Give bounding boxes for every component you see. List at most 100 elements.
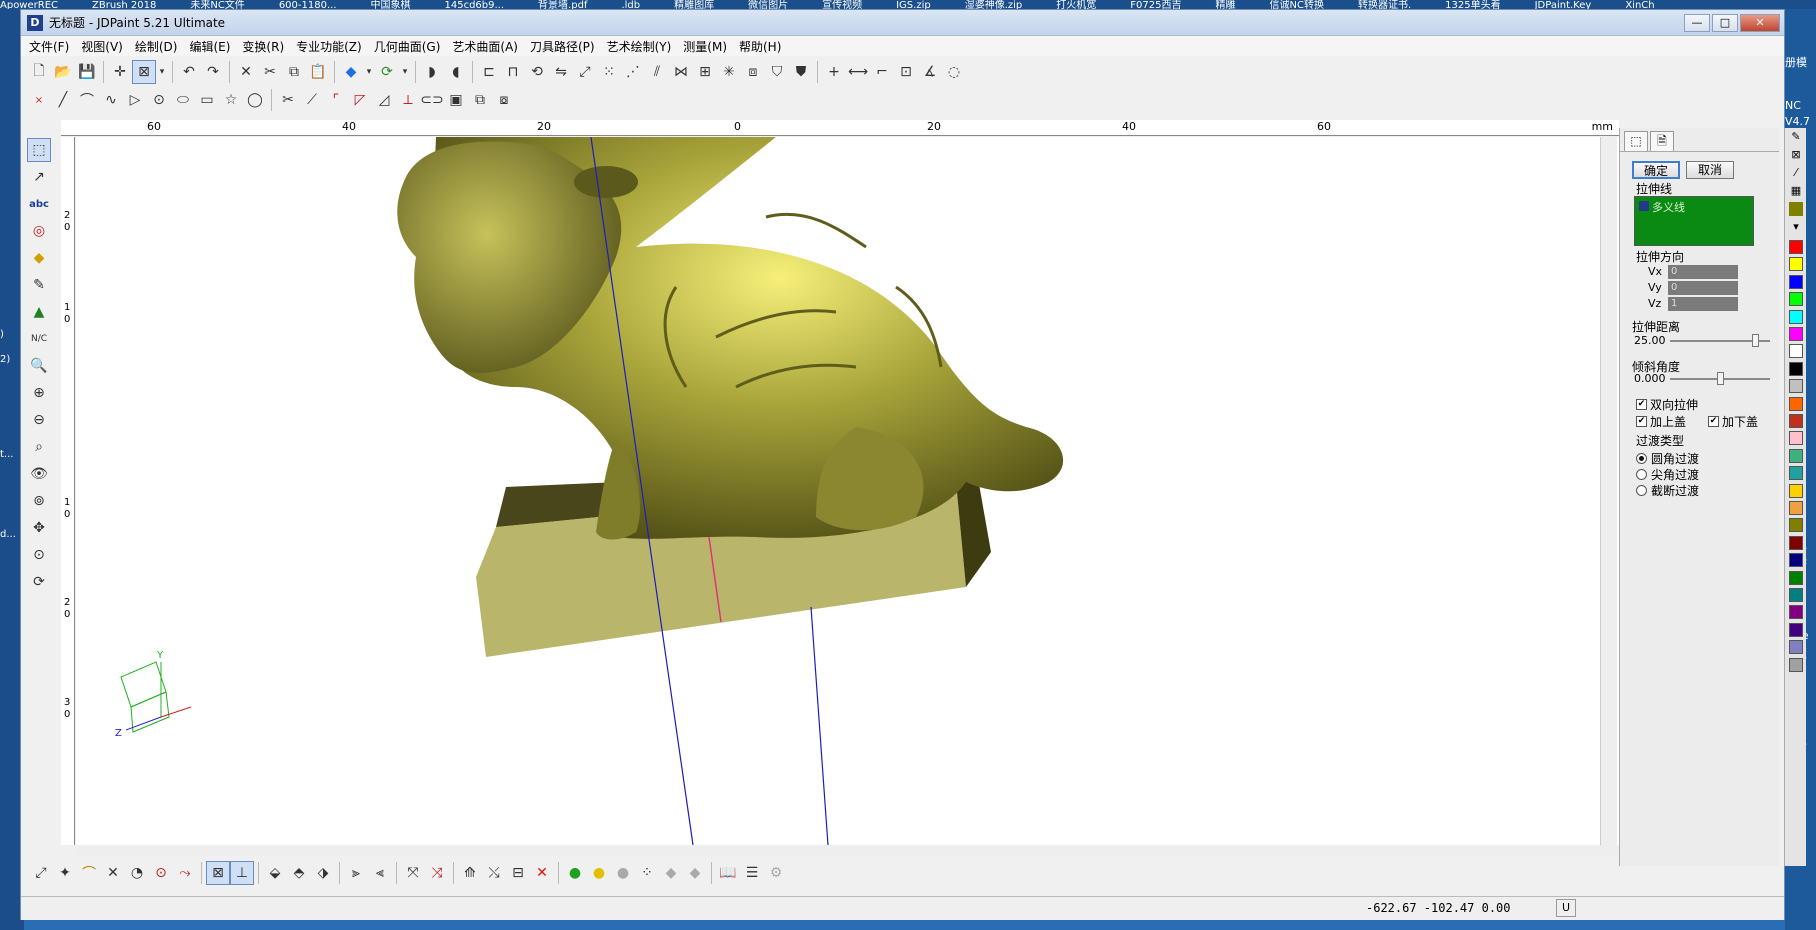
menu-item[interactable]: 专业功能(Z) [296, 38, 362, 55]
cancel-button[interactable]: 取消 [1686, 161, 1734, 179]
both-directions-checkbox[interactable]: ✔ 双向拉伸 [1636, 396, 1698, 413]
mountain-icon[interactable]: ▲ [27, 300, 51, 324]
menu-item[interactable]: 几何曲面(G) [374, 38, 441, 55]
distance-input[interactable]: 25.00 [1634, 334, 1666, 347]
color-cube-icon[interactable]: ◆ [339, 60, 363, 84]
menu-item[interactable]: 测量(M) [683, 38, 727, 55]
distance-slider[interactable] [1752, 334, 1759, 347]
menu-item[interactable]: 刀具路径(P) [530, 38, 595, 55]
open-file-icon[interactable]: 📂 [51, 60, 75, 84]
zoom-in-icon[interactable]: ⊕ [27, 381, 51, 405]
snap-center-icon[interactable]: ◔ [125, 861, 149, 885]
color-swatch[interactable] [1789, 535, 1803, 550]
minimize-button[interactable]: — [1684, 14, 1710, 32]
menu-item[interactable]: 文件(F) [29, 38, 69, 55]
pan-icon[interactable]: ✥ [27, 516, 51, 540]
color-swatch[interactable] [1789, 501, 1803, 515]
taskbar-item[interactable]: 1325单头着 [1445, 0, 1500, 10]
close-button[interactable]: ✕ [1740, 14, 1780, 32]
red-delete-icon[interactable]: ✕ [530, 861, 554, 885]
menu-item[interactable]: 艺术曲面(A) [452, 38, 518, 55]
zoom-prev-icon[interactable]: ⌕ [27, 435, 51, 459]
radius-measure-icon[interactable]: ◌ [942, 60, 966, 84]
taskbar-item[interactable]: JDPaint.Key [1535, 0, 1592, 10]
eye-icon[interactable]: 👁 [27, 462, 51, 486]
color-swatch[interactable] [1789, 257, 1803, 272]
taskbar-item[interactable]: XinCh [1625, 0, 1654, 10]
deselect-icon[interactable]: ⤨ [425, 861, 449, 885]
snap-tangent-icon[interactable]: ⤳ [173, 861, 197, 885]
star-icon[interactable]: ☆ [219, 88, 243, 112]
fillet-icon[interactable]: ⌜ [324, 88, 348, 112]
new-file-icon[interactable]: 🗋 [27, 60, 51, 84]
taskbar-item[interactable]: 湿婆神像.zip [965, 0, 1023, 10]
vy-field[interactable]: 0 [1668, 281, 1738, 295]
snap-perp-icon[interactable]: ⊥ [230, 861, 254, 885]
color-swatch[interactable] [1789, 431, 1803, 446]
taskbar-item[interactable]: 转换器证书. [1358, 0, 1411, 10]
paste-icon[interactable]: 📋 [306, 60, 330, 84]
rectangle-icon[interactable]: ▭ [195, 88, 219, 112]
menu-item[interactable]: 编辑(E) [189, 38, 230, 55]
table-delete-icon[interactable]: ⊟ [506, 861, 530, 885]
taskbar-item[interactable]: ApowerREC [0, 0, 58, 10]
snap-grid-icon[interactable]: ⊠ [206, 861, 230, 885]
align-center-icon[interactable]: ⊓ [501, 60, 525, 84]
color-swatch[interactable] [1789, 518, 1803, 533]
mirror-icon[interactable]: ⇋ [549, 60, 573, 84]
scissors-icon[interactable]: ✂ [276, 88, 300, 112]
layer-2-icon[interactable]: ⫷ [368, 861, 392, 885]
nest-icon[interactable]: ⧇ [492, 88, 516, 112]
snap-end-icon[interactable]: ⤢ [29, 861, 53, 885]
list-icon[interactable]: ☰ [740, 861, 764, 885]
angle-measure-icon[interactable]: ∡ [918, 60, 942, 84]
cut-icon[interactable]: ✂ [258, 60, 282, 84]
color-swatch[interactable] [1789, 483, 1803, 498]
taper-input[interactable]: 0.000 [1634, 372, 1666, 385]
distance-measure-icon[interactable]: ⟷ [846, 60, 870, 84]
redo-icon[interactable]: ↷ [201, 60, 225, 84]
frame-icon[interactable]: ▣ [444, 88, 468, 112]
transition-cut-radio[interactable]: 截断过渡 [1636, 482, 1699, 499]
shield-icon[interactable]: ⛉ [765, 60, 789, 84]
color-swatch[interactable] [1789, 361, 1803, 376]
rotate-icon[interactable]: ⟲ [525, 60, 549, 84]
color-swatch[interactable] [1789, 657, 1803, 672]
eyedropper-icon[interactable]: ⁄ [1789, 166, 1803, 180]
corner-icon[interactable]: ◿ [372, 88, 396, 112]
undo-icon[interactable]: ↶ [177, 60, 201, 84]
taskbar-item[interactable]: 微信图片 [748, 0, 788, 10]
crosshair-icon[interactable]: ✛ [108, 60, 132, 84]
shield-2-icon[interactable]: ⛊ [789, 60, 813, 84]
taskbar-item[interactable]: 信诚NC转换 [1269, 0, 1323, 10]
desktop-icon-label[interactable]: 册模 [1785, 54, 1816, 70]
trim-icon[interactable]: ⋰ [621, 60, 645, 84]
copy-array-icon[interactable]: ⧉ [468, 88, 492, 112]
desktop-icon-label[interactable]: NC [1785, 99, 1816, 112]
menu-item[interactable]: 绘制(D) [135, 38, 178, 55]
snap-cross-icon[interactable]: ✕ [101, 861, 125, 885]
array-icon[interactable]: ⁙ [597, 60, 621, 84]
taskbar-item[interactable]: 145cd6b9... [445, 0, 505, 10]
point-measure-icon[interactable]: + [822, 60, 846, 84]
color-swatch[interactable] [1789, 570, 1803, 585]
delete-icon[interactable]: ✕ [234, 60, 258, 84]
point-icon[interactable]: × [27, 88, 51, 112]
color-swatch[interactable] [1789, 274, 1803, 289]
chamfer-icon[interactable]: ◸ [348, 88, 372, 112]
pencil-icon[interactable]: ✎ [1789, 130, 1803, 144]
taskbar-item[interactable]: 精雕 [1215, 0, 1235, 10]
menu-item[interactable]: 帮助(H) [739, 38, 781, 55]
material-2-icon[interactable]: ◆ [683, 861, 707, 885]
color-swatch[interactable] [1789, 605, 1803, 620]
taper-slider[interactable] [1717, 372, 1724, 385]
color-swatch[interactable] [1789, 379, 1803, 394]
select-all-icon[interactable]: ⤧ [401, 861, 425, 885]
refresh-icon[interactable]: ⟳ [375, 60, 399, 84]
vz-field[interactable]: 1 [1668, 297, 1738, 311]
copy-icon[interactable]: ⧉ [282, 60, 306, 84]
snap-circle-icon[interactable]: ⊙ [149, 861, 173, 885]
shade-view-icon[interactable]: ◗ [420, 60, 444, 84]
horizontal-scrollbar[interactable] [76, 845, 1619, 855]
dropdown-arrow-icon[interactable]: ▾ [156, 60, 168, 84]
